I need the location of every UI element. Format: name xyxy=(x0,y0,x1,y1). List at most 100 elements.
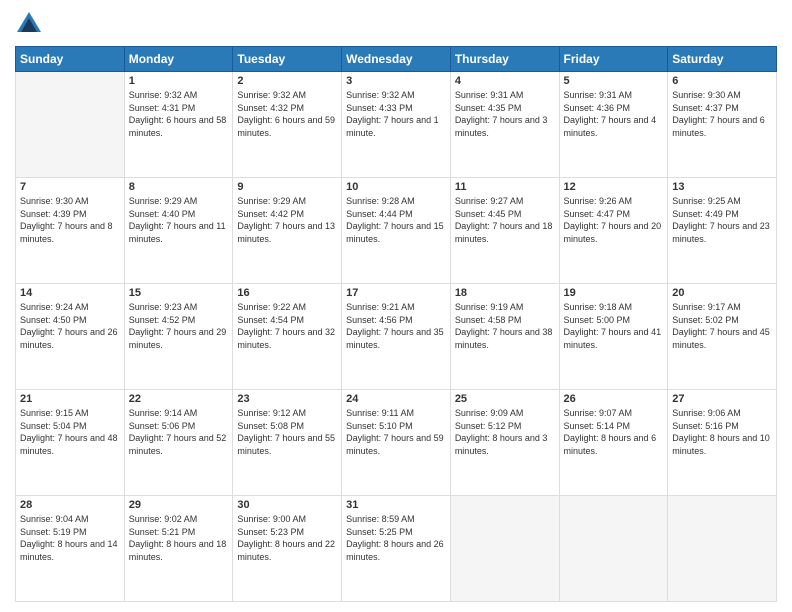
calendar-cell: 2 Sunrise: 9:32 AMSunset: 4:32 PMDaylight… xyxy=(233,72,342,178)
day-info: Sunrise: 9:28 AMSunset: 4:44 PMDaylight:… xyxy=(346,195,446,245)
day-info: Sunrise: 9:25 AMSunset: 4:49 PMDaylight:… xyxy=(672,195,772,245)
day-number: 31 xyxy=(346,499,446,511)
week-row-3: 14 Sunrise: 9:24 AMSunset: 4:50 PMDayligh… xyxy=(16,284,777,390)
day-number: 11 xyxy=(455,181,555,193)
day-header-thursday: Thursday xyxy=(450,47,559,72)
calendar-cell: 19 Sunrise: 9:18 AMSunset: 5:00 PMDayligh… xyxy=(559,284,668,390)
calendar-cell: 22 Sunrise: 9:14 AMSunset: 5:06 PMDayligh… xyxy=(124,390,233,496)
day-info: Sunrise: 9:14 AMSunset: 5:06 PMDaylight:… xyxy=(129,407,229,457)
calendar-cell: 23 Sunrise: 9:12 AMSunset: 5:08 PMDayligh… xyxy=(233,390,342,496)
day-number: 8 xyxy=(129,181,229,193)
calendar-cell: 20Sunrise: 9:17 AMSunset: 5:02 PMDayligh… xyxy=(668,284,777,390)
day-number: 1 xyxy=(129,75,229,87)
calendar-cell: 18 Sunrise: 9:19 AMSunset: 4:58 PMDayligh… xyxy=(450,284,559,390)
calendar-cell: 10 Sunrise: 9:28 AMSunset: 4:44 PMDayligh… xyxy=(342,178,451,284)
calendar-cell: 8 Sunrise: 9:29 AMSunset: 4:40 PMDaylight… xyxy=(124,178,233,284)
calendar-cell: 12 Sunrise: 9:26 AMSunset: 4:47 PMDayligh… xyxy=(559,178,668,284)
day-header-tuesday: Tuesday xyxy=(233,47,342,72)
calendar-cell: 29 Sunrise: 9:02 AMSunset: 5:21 PMDayligh… xyxy=(124,496,233,602)
calendar-cell: 5 Sunrise: 9:31 AMSunset: 4:36 PMDaylight… xyxy=(559,72,668,178)
day-number: 30 xyxy=(237,499,337,511)
day-header-saturday: Saturday xyxy=(668,47,777,72)
day-number: 23 xyxy=(237,393,337,405)
day-number: 21 xyxy=(20,393,120,405)
day-info: Sunrise: 9:12 AMSunset: 5:08 PMDaylight:… xyxy=(237,407,337,457)
calendar-cell: 25 Sunrise: 9:09 AMSunset: 5:12 PMDayligh… xyxy=(450,390,559,496)
day-header-sunday: Sunday xyxy=(16,47,125,72)
day-info: Sunrise: 9:29 AMSunset: 4:40 PMDaylight:… xyxy=(129,195,229,245)
day-number: 14 xyxy=(20,287,120,299)
calendar-table: SundayMondayTuesdayWednesdayThursdayFrid… xyxy=(15,46,777,602)
day-number: 2 xyxy=(237,75,337,87)
day-number: 19 xyxy=(564,287,664,299)
calendar-cell xyxy=(450,496,559,602)
calendar-cell: 4 Sunrise: 9:31 AMSunset: 4:35 PMDaylight… xyxy=(450,72,559,178)
day-number: 29 xyxy=(129,499,229,511)
calendar-cell: 9Sunrise: 9:29 AMSunset: 4:42 PMDaylight… xyxy=(233,178,342,284)
calendar-cell: 13 Sunrise: 9:25 AMSunset: 4:49 PMDayligh… xyxy=(668,178,777,284)
calendar-cell: 7 Sunrise: 9:30 AMSunset: 4:39 PMDaylight… xyxy=(16,178,125,284)
day-info: Sunrise: 9:06 AMSunset: 5:16 PMDaylight:… xyxy=(672,407,772,457)
calendar-cell xyxy=(668,496,777,602)
day-info: Sunrise: 9:31 AMSunset: 4:35 PMDaylight:… xyxy=(455,89,555,139)
calendar-cell: 15 Sunrise: 9:23 AMSunset: 4:52 PMDayligh… xyxy=(124,284,233,390)
week-row-1: 1 Sunrise: 9:32 AMSunset: 4:31 PMDaylight… xyxy=(16,72,777,178)
day-info: Sunrise: 9:04 AMSunset: 5:19 PMDaylight:… xyxy=(20,513,120,563)
day-number: 7 xyxy=(20,181,120,193)
calendar-cell: 31 Sunrise: 8:59 AMSunset: 5:25 PMDayligh… xyxy=(342,496,451,602)
day-info: Sunrise: 8:59 AMSunset: 5:25 PMDaylight:… xyxy=(346,513,446,563)
day-number: 22 xyxy=(129,393,229,405)
day-number: 24 xyxy=(346,393,446,405)
day-info: Sunrise: 9:23 AMSunset: 4:52 PMDaylight:… xyxy=(129,301,229,351)
day-info: Sunrise: 9:21 AMSunset: 4:56 PMDaylight:… xyxy=(346,301,446,351)
calendar-cell xyxy=(559,496,668,602)
day-number: 6 xyxy=(672,75,772,87)
calendar-cell: 30 Sunrise: 9:00 AMSunset: 5:23 PMDayligh… xyxy=(233,496,342,602)
calendar-cell: 14 Sunrise: 9:24 AMSunset: 4:50 PMDayligh… xyxy=(16,284,125,390)
calendar-cell: 24 Sunrise: 9:11 AMSunset: 5:10 PMDayligh… xyxy=(342,390,451,496)
day-number: 10 xyxy=(346,181,446,193)
day-number: 20 xyxy=(672,287,772,299)
logo-icon xyxy=(15,10,43,38)
day-info: Sunrise: 9:00 AMSunset: 5:23 PMDaylight:… xyxy=(237,513,337,563)
calendar-cell xyxy=(16,72,125,178)
day-header-wednesday: Wednesday xyxy=(342,47,451,72)
day-info: Sunrise: 9:09 AMSunset: 5:12 PMDaylight:… xyxy=(455,407,555,457)
day-number: 13 xyxy=(672,181,772,193)
day-number: 26 xyxy=(564,393,664,405)
week-row-4: 21Sunrise: 9:15 AMSunset: 5:04 PMDayligh… xyxy=(16,390,777,496)
day-info: Sunrise: 9:32 AMSunset: 4:33 PMDaylight:… xyxy=(346,89,446,139)
day-number: 12 xyxy=(564,181,664,193)
day-header-monday: Monday xyxy=(124,47,233,72)
day-info: Sunrise: 9:11 AMSunset: 5:10 PMDaylight:… xyxy=(346,407,446,457)
calendar-cell: 3Sunrise: 9:32 AMSunset: 4:33 PMDaylight… xyxy=(342,72,451,178)
day-info: Sunrise: 9:27 AMSunset: 4:45 PMDaylight:… xyxy=(455,195,555,245)
page: SundayMondayTuesdayWednesdayThursdayFrid… xyxy=(0,0,792,612)
day-info: Sunrise: 9:24 AMSunset: 4:50 PMDaylight:… xyxy=(20,301,120,351)
calendar-cell: 1 Sunrise: 9:32 AMSunset: 4:31 PMDaylight… xyxy=(124,72,233,178)
day-info: Sunrise: 9:26 AMSunset: 4:47 PMDaylight:… xyxy=(564,195,664,245)
calendar-cell: 21Sunrise: 9:15 AMSunset: 5:04 PMDayligh… xyxy=(16,390,125,496)
day-number: 4 xyxy=(455,75,555,87)
day-number: 5 xyxy=(564,75,664,87)
day-number: 25 xyxy=(455,393,555,405)
day-info: Sunrise: 9:19 AMSunset: 4:58 PMDaylight:… xyxy=(455,301,555,351)
day-info: Sunrise: 9:31 AMSunset: 4:36 PMDaylight:… xyxy=(564,89,664,139)
day-info: Sunrise: 9:02 AMSunset: 5:21 PMDaylight:… xyxy=(129,513,229,563)
day-info: Sunrise: 9:32 AMSunset: 4:31 PMDaylight:… xyxy=(129,89,229,139)
calendar-cell: 27Sunrise: 9:06 AMSunset: 5:16 PMDayligh… xyxy=(668,390,777,496)
day-number: 9 xyxy=(237,181,337,193)
calendar-cell: 6Sunrise: 9:30 AMSunset: 4:37 PMDaylight… xyxy=(668,72,777,178)
week-row-2: 7 Sunrise: 9:30 AMSunset: 4:39 PMDaylight… xyxy=(16,178,777,284)
calendar-cell: 11 Sunrise: 9:27 AMSunset: 4:45 PMDayligh… xyxy=(450,178,559,284)
day-info: Sunrise: 9:30 AMSunset: 4:39 PMDaylight:… xyxy=(20,195,120,245)
calendar-cell: 16Sunrise: 9:22 AMSunset: 4:54 PMDayligh… xyxy=(233,284,342,390)
day-number: 17 xyxy=(346,287,446,299)
header xyxy=(15,10,777,38)
week-row-5: 28Sunrise: 9:04 AMSunset: 5:19 PMDayligh… xyxy=(16,496,777,602)
day-info: Sunrise: 9:18 AMSunset: 5:00 PMDaylight:… xyxy=(564,301,664,351)
day-number: 18 xyxy=(455,287,555,299)
day-number: 15 xyxy=(129,287,229,299)
calendar-cell: 28Sunrise: 9:04 AMSunset: 5:19 PMDayligh… xyxy=(16,496,125,602)
day-info: Sunrise: 9:32 AMSunset: 4:32 PMDaylight:… xyxy=(237,89,337,139)
